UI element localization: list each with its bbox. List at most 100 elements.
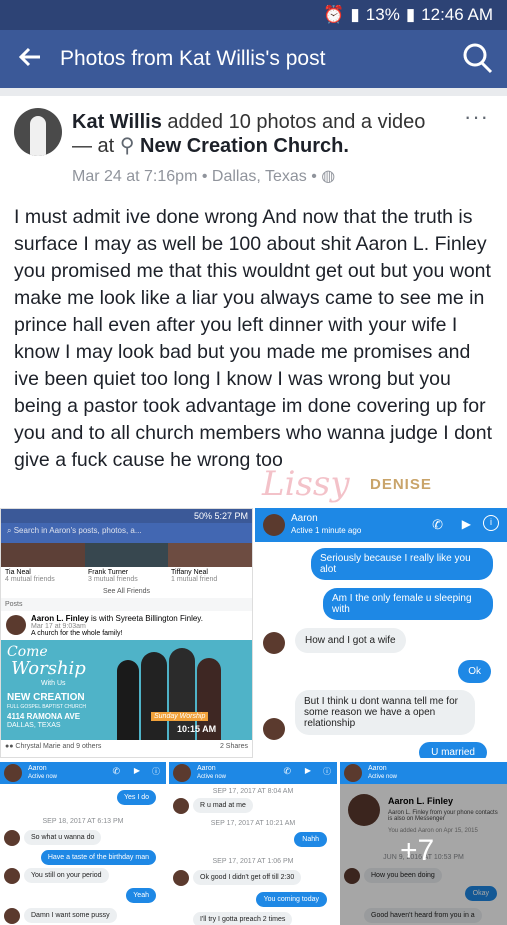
poster-with: is with Syreeta Billington Finley. [91,614,203,623]
info-icon: ⓘ [152,767,160,776]
battery-icon: ▮ [405,5,416,24]
phone-icon: ✆ [283,766,291,776]
sent-message: Am I the only female u sleeping with [323,588,493,620]
globe-icon: ◍ [321,168,336,185]
phone-icon: ✆ [432,517,443,532]
photo1-post-header: Aaron L. Finley is with Syreeta Billingt… [1,611,252,637]
photo-messenger-chat-2[interactable]: Aaron Active now ✆ ▶ ⓘ Yes I do SEP 18, 2… [0,762,166,925]
friend-name: Frank Turner [88,569,129,576]
search-icon: ⌕ [7,526,14,535]
flyer-address: 4114 RAMONA AVE [7,712,81,721]
post-header: Kat Willis added 10 photos and a video —… [72,111,426,157]
friend-name: Tia Neal [5,569,31,576]
flyer-time: 10:15 AM [177,724,217,734]
sent-message: Have a taste of the birthday man [40,850,156,865]
avatar [344,764,362,782]
friend-mutual: 1 mutual friend [171,576,218,583]
friend-mutual: 3 mutual friends [88,576,138,583]
contact-name: Aaron [28,765,47,772]
photo1-search: ⌕ Search in Aaron's posts, photos, a... [1,523,252,543]
photo-messenger-chat-3[interactable]: Aaron Active now ✆ ▶ ⓘ SEP 17, 2017 AT 8:… [169,762,337,925]
flyer-worship: Worship [11,658,86,679]
sent-message: Seriously because I really like you alot [311,548,493,580]
app-bar: Photos from Kat Willis's post [0,30,507,88]
received-message: So what u wanna do [24,830,102,845]
chat-header: Aaron Active now ✆ ▶ ⓘ [0,762,166,784]
contact-status: Active now [28,774,58,780]
contact-status: Active 1 minute ago [291,526,362,535]
author-name[interactable]: Kat Willis [72,111,162,133]
friend-mutual: 4 mutual friends [5,576,55,583]
post-card: Kat Willis added 10 photos and a video —… [0,96,507,925]
location-pin-icon: ⚲ [119,135,135,157]
timestamp: SEP 17, 2017 AT 1:06 PM [212,858,294,865]
avatar [173,870,189,886]
photo-messenger-chat-1[interactable]: Aaron Active 1 minute ago ✆ ▶ i Seriously… [255,508,507,758]
post-time: Mar 17 at 9:03am [31,623,86,630]
timestamp: SEP 18, 2017 AT 6:13 PM [42,818,124,825]
place-link[interactable]: New Creation Church [140,135,343,157]
flyer-sub: FULL GOSPEL BAPTIST CHURCH [7,704,86,710]
avatar [4,868,20,884]
received-message: R u mad at me [193,798,253,813]
friend-photos [1,543,252,567]
more-options-icon[interactable]: ··· [464,104,489,130]
avatar [173,798,189,814]
avatar [173,764,191,782]
sent-message: You coming today [255,892,327,907]
received-message: Ok good I didn't get off till 2:30 [193,870,302,885]
contact-name: Aaron [291,513,318,524]
sent-message: Yeah [126,888,156,903]
avatar [263,514,285,536]
search-icon[interactable] [451,30,507,88]
post-action: added 10 photos and a video [167,111,426,133]
page-title: Photos from Kat Willis's post [60,47,326,70]
photo1-reactions: ●● Chrystal Marie and 9 others 2 Shares [1,740,252,753]
video-icon: ▶ [304,766,311,775]
post-caption: A church for the whole family! [31,630,123,637]
more-photos-overlay[interactable]: +7 [340,784,507,925]
church-flyer: Come Worship With Us NEW CREATION FULL G… [1,640,252,740]
signal-icon: ▮ [350,5,360,24]
sent-message: Yes I do [116,790,156,805]
shares-text: 2 Shares [219,743,248,750]
video-icon: ▶ [133,766,140,775]
watermark-script: Lissy [262,464,350,504]
reaction-icons: ●● [5,743,14,750]
photo-messenger-chat-4[interactable]: Aaron Active now Aaron L. Finley Aaron L.… [340,762,507,925]
see-all-friends: See All Friends [102,588,151,595]
clock: 12:46 AM [421,5,493,24]
contact-name: Aaron [368,765,387,772]
friend-name: Tiffany Neal [171,569,208,576]
post-location: Dallas, Texas [211,168,307,185]
chat-header: Aaron Active 1 minute ago ✆ ▶ i [255,508,507,542]
contact-name: Aaron [197,765,216,772]
avatar [4,764,22,782]
at-text: — at [72,135,115,157]
back-arrow-icon[interactable] [0,43,60,75]
avatar [4,830,20,846]
received-message: But I think u dont wanna tell me for som… [295,690,475,735]
flyer-sunday: Sunday Worship [151,712,209,721]
sent-message: U married [419,742,487,758]
reactions-text: Chrystal Marie and 9 others [15,743,102,750]
contact-status: Active now [197,774,227,780]
flyer-with: With Us [41,680,66,687]
photo-facebook-profile[interactable]: 50% 5:27 PM ⌕ Search in Aaron's posts, p… [0,508,253,758]
info-icon: i [483,515,499,531]
alarm-icon: ⏰ [323,5,345,24]
sent-message: Nahh [294,832,327,847]
avatar[interactable] [14,108,62,156]
received-message: Damn I want some pussy [24,908,117,923]
post-meta: Mar 24 at 7:16pm • Dallas, Texas • ◍ [72,168,336,185]
avatar [263,718,285,740]
info-icon: ⓘ [323,767,331,776]
chat-header: Aaron Active now [340,762,507,784]
flyer-city: DALLAS, TEXAS [7,722,61,729]
post-time[interactable]: Mar 24 at 7:16pm [72,168,197,185]
photo1-statusbar: 50% 5:27 PM [1,509,252,523]
watermark-word: DENISE [370,476,432,493]
avatar [263,632,285,654]
video-icon: ▶ [461,517,471,531]
posts-label: Posts [1,598,252,611]
